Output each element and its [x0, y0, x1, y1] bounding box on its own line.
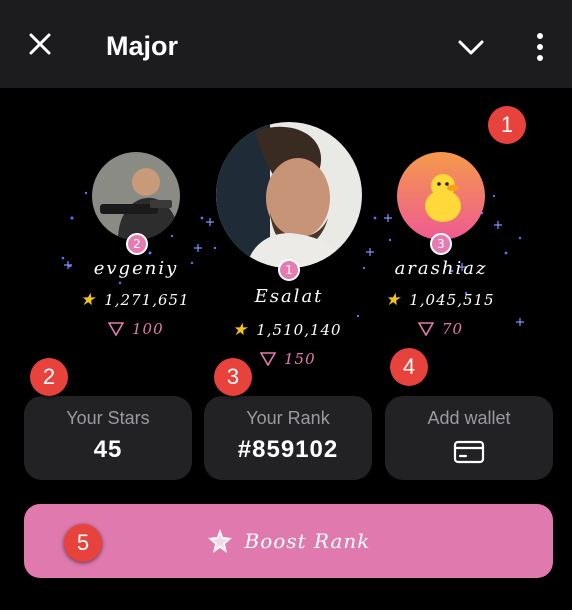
stars-value: 1,271,651: [104, 291, 190, 309]
star-icon: ★: [232, 320, 249, 340]
your-rank-card: Your Rank #859102: [204, 396, 372, 480]
sparkle-star-icon: [207, 529, 232, 553]
avatar-rank-1: [216, 122, 362, 268]
diamond-icon: [260, 352, 276, 366]
add-wallet-button[interactable]: Add wallet: [385, 396, 553, 480]
avatar-rank-2: [92, 152, 180, 240]
gems-value: 150: [284, 350, 316, 368]
annotation-marker-3: 3: [214, 358, 252, 396]
wallet-card-icon: [453, 440, 485, 464]
boost-rank-label: Boost Rank: [244, 529, 371, 553]
annotation-marker-1: 1: [488, 106, 526, 144]
add-wallet-label: Add wallet: [427, 408, 511, 428]
stars-value: 1,045,515: [409, 291, 495, 309]
gems-rank-3: 70: [418, 320, 463, 338]
rank-badge-3: 3: [430, 233, 452, 255]
username-rank-3: arashiaz: [394, 258, 488, 279]
stars-rank-2: ★ 1,271,651: [80, 290, 190, 310]
username-rank-1: Esalat: [254, 286, 324, 307]
app-title: Major: [106, 31, 179, 61]
your-stars-value: 45: [93, 436, 123, 463]
your-stars-label: Your Stars: [66, 408, 150, 428]
avatar-rank-3: [397, 152, 485, 240]
diamond-icon: [108, 322, 124, 336]
your-rank-label: Your Rank: [246, 408, 330, 428]
gems-value: 100: [132, 320, 164, 338]
annotation-marker-4: 4: [390, 348, 428, 386]
gems-rank-1: 150: [260, 350, 316, 368]
chevron-down-icon[interactable]: [455, 34, 487, 62]
star-icon: ★: [385, 290, 402, 310]
annotation-marker-5: 5: [64, 524, 102, 562]
star-icon: ★: [80, 290, 97, 310]
app-header: Major: [0, 0, 572, 88]
gems-value: 70: [442, 320, 464, 338]
username-rank-2: evgeniy: [93, 258, 179, 279]
close-icon[interactable]: [24, 28, 56, 60]
stars-rank-3: ★ 1,045,515: [385, 290, 495, 310]
your-rank-value: #859102: [237, 436, 339, 463]
annotation-marker-2: 2: [30, 358, 68, 396]
rank-badge-1: 1: [278, 259, 300, 281]
stars-rank-1: ★ 1,510,140: [232, 320, 342, 340]
gems-rank-2: 100: [108, 320, 164, 338]
diamond-icon: [418, 322, 434, 336]
rank-badge-2: 2: [126, 233, 148, 255]
boost-rank-button[interactable]: Boost Rank: [24, 504, 553, 578]
stars-value: 1,510,140: [256, 321, 342, 339]
your-stars-card: Your Stars 45: [24, 396, 192, 480]
boost-rank-content: Boost Rank: [24, 504, 553, 578]
more-options-icon[interactable]: [530, 30, 550, 64]
leaderboard-podium: 2 1 3 evgeniy Esalat arashiaz ★ 1,271,65…: [0, 88, 572, 388]
